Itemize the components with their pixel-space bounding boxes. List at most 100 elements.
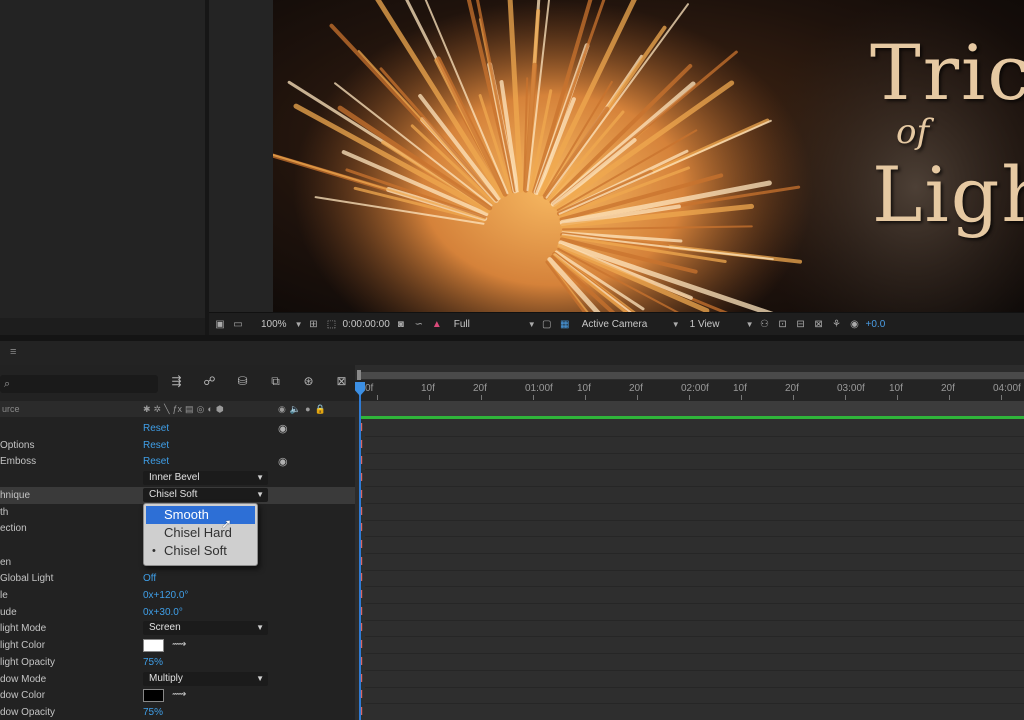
layer-duration-bar[interactable] — [360, 401, 1024, 417]
timecode[interactable]: 0:00:00:00 — [343, 319, 390, 330]
property-row[interactable]: dow Color ⟿ — [0, 687, 355, 704]
shy-layers-icon[interactable]: ☍ — [201, 374, 218, 388]
track-divider — [365, 653, 1024, 654]
grid-icon[interactable]: ⊞ — [307, 319, 321, 331]
resolution[interactable]: Full — [454, 319, 520, 330]
visibility-eye-icon[interactable]: ◉ — [278, 455, 288, 468]
property-value[interactable]: Off — [143, 573, 156, 584]
property-row[interactable]: light Mode Screen ▼ — [0, 620, 355, 637]
property-row[interactable]: hnique Chisel Soft ▼ — [0, 487, 355, 504]
color-swatch[interactable] — [143, 689, 164, 702]
property-dropdown[interactable]: Multiply ▼ — [143, 672, 268, 686]
property-label: light Color — [0, 640, 46, 651]
comp-flowchart-icon[interactable]: ⊠ — [812, 319, 826, 331]
show-snapshot-icon[interactable]: ∽ — [412, 319, 426, 331]
property-row[interactable]: Emboss Reset ◉ — [0, 453, 355, 470]
menu-item[interactable]: Chisel Hard — [144, 524, 257, 542]
toggle-pixel-icon[interactable]: ⚇ — [758, 319, 772, 331]
property-row[interactable]: dow Mode Multiply ▼ — [0, 671, 355, 688]
video-visibility-icon[interactable]: ◉ — [278, 404, 286, 415]
panel-menu-icon[interactable]: ≡ — [10, 346, 16, 358]
search-input[interactable] — [0, 375, 158, 393]
lock-icon[interactable]: 🔒 — [315, 404, 326, 415]
frame-blend-switch-icon[interactable]: ▤ — [185, 404, 194, 415]
track-divider — [365, 570, 1024, 571]
track-divider — [365, 620, 1024, 621]
region-icon[interactable]: ▢ — [540, 319, 554, 331]
track-divider — [365, 503, 1024, 504]
work-area-bar[interactable] — [359, 372, 1024, 379]
effect-switch-icon[interactable]: ƒx — [173, 404, 183, 415]
property-dropdown[interactable]: Chisel Soft ▼ — [143, 488, 268, 502]
transparency-grid-icon[interactable]: ▦ — [558, 319, 572, 331]
collapse-switch-icon[interactable]: ✲ — [154, 404, 162, 415]
search-icon[interactable]: ⌕ — [4, 378, 10, 391]
property-row[interactable]: Options Reset — [0, 437, 355, 454]
exposure-icon[interactable]: ◉ — [848, 319, 862, 331]
property-row[interactable]: Global Light Off — [0, 570, 355, 587]
ruler-label: 20f — [629, 383, 643, 394]
track-area[interactable] — [360, 401, 1024, 720]
zoom-level[interactable]: 100% — [261, 319, 287, 330]
fast-preview-icon[interactable]: ⊡ — [776, 319, 790, 331]
mouse-cursor-icon: ➚ — [221, 516, 232, 531]
playhead-line[interactable] — [359, 383, 361, 720]
monitor-icon[interactable]: ▭ — [231, 319, 245, 331]
dropdown-value: Chisel Soft — [149, 489, 198, 500]
flowchart-icon[interactable]: ⚘ — [830, 319, 844, 331]
property-value[interactable]: Reset — [143, 456, 169, 467]
dropdown-value: Multiply — [149, 673, 183, 684]
mask-icon[interactable]: ⬚ — [325, 319, 339, 331]
property-row[interactable]: Inner Bevel ▼ — [0, 470, 355, 487]
menu-item-label: Chisel Soft — [164, 543, 227, 558]
resolution-dropdown-icon[interactable]: ▼ — [528, 320, 536, 329]
property-row[interactable]: light Color ⟿ — [0, 637, 355, 654]
quality-switch-icon[interactable]: ╲ — [164, 404, 169, 415]
channel-icon[interactable]: ▲ — [430, 319, 444, 331]
ruler-label: 20f — [473, 383, 487, 394]
property-row[interactable]: dow Opacity 75% — [0, 704, 355, 720]
menu-item[interactable]: • Chisel Soft — [144, 542, 257, 560]
property-value[interactable]: 0x+120.0° — [143, 590, 188, 601]
camera-view[interactable]: Active Camera — [582, 319, 664, 330]
eyedropper-icon[interactable]: ⟿ — [172, 639, 186, 650]
color-swatch[interactable] — [143, 639, 164, 652]
always-preview-icon[interactable]: ▣ — [213, 319, 227, 331]
shy-switch-icon[interactable]: ✱ — [143, 404, 151, 415]
property-dropdown[interactable]: Screen ▼ — [143, 621, 268, 635]
adjustment-switch-icon[interactable]: ◐ — [207, 404, 212, 415]
view-layout[interactable]: 1 View — [690, 319, 738, 330]
property-value[interactable]: 0x+30.0° — [143, 607, 183, 618]
property-label: light Mode — [0, 623, 47, 634]
graph-editor-icon[interactable]: ⊠ — [333, 374, 350, 388]
motion-blur-switch-icon[interactable]: ◎ — [197, 404, 205, 415]
source-name-header[interactable]: urce — [2, 404, 20, 414]
property-value[interactable]: Reset — [143, 440, 169, 451]
property-dropdown[interactable]: Inner Bevel ▼ — [143, 471, 268, 485]
timeline-icon[interactable]: ⊟ — [794, 319, 808, 331]
comp-mini-flowchart-icon[interactable]: ⇶ — [168, 374, 185, 388]
property-row[interactable]: Reset ◉ — [0, 420, 355, 437]
property-row[interactable]: ude 0x+30.0° — [0, 604, 355, 621]
view-layout-dropdown-icon[interactable]: ▼ — [746, 320, 754, 329]
ruler-tick — [689, 395, 690, 400]
snapshot-icon[interactable]: ◙ — [394, 319, 408, 331]
camera-dropdown-icon[interactable]: ▼ — [672, 320, 680, 329]
zoom-dropdown-icon[interactable]: ▼ — [295, 320, 303, 329]
audio-icon[interactable]: 🔈 — [290, 404, 301, 415]
visibility-eye-icon[interactable]: ◉ — [278, 422, 288, 435]
3d-switch-icon[interactable]: ⬢ — [216, 404, 224, 415]
menu-item[interactable]: Smooth — [146, 506, 255, 524]
frame-blending-icon[interactable]: ⛁ — [234, 374, 251, 388]
graph-editor-toggle-icon[interactable]: ⊛ — [300, 374, 317, 388]
property-row[interactable]: light Opacity 75% — [0, 654, 355, 671]
eyedropper-icon[interactable]: ⟿ — [172, 689, 186, 700]
property-value[interactable]: 75% — [143, 707, 163, 718]
motion-blur-icon[interactable]: ⧉ — [267, 374, 284, 388]
property-row[interactable]: le 0x+120.0° — [0, 587, 355, 604]
ruler-tick — [585, 395, 586, 400]
solo-icon[interactable]: ● — [305, 404, 310, 415]
property-value[interactable]: 75% — [143, 657, 163, 668]
property-value[interactable]: Reset — [143, 423, 169, 434]
exposure-value[interactable]: +0.0 — [866, 319, 886, 330]
